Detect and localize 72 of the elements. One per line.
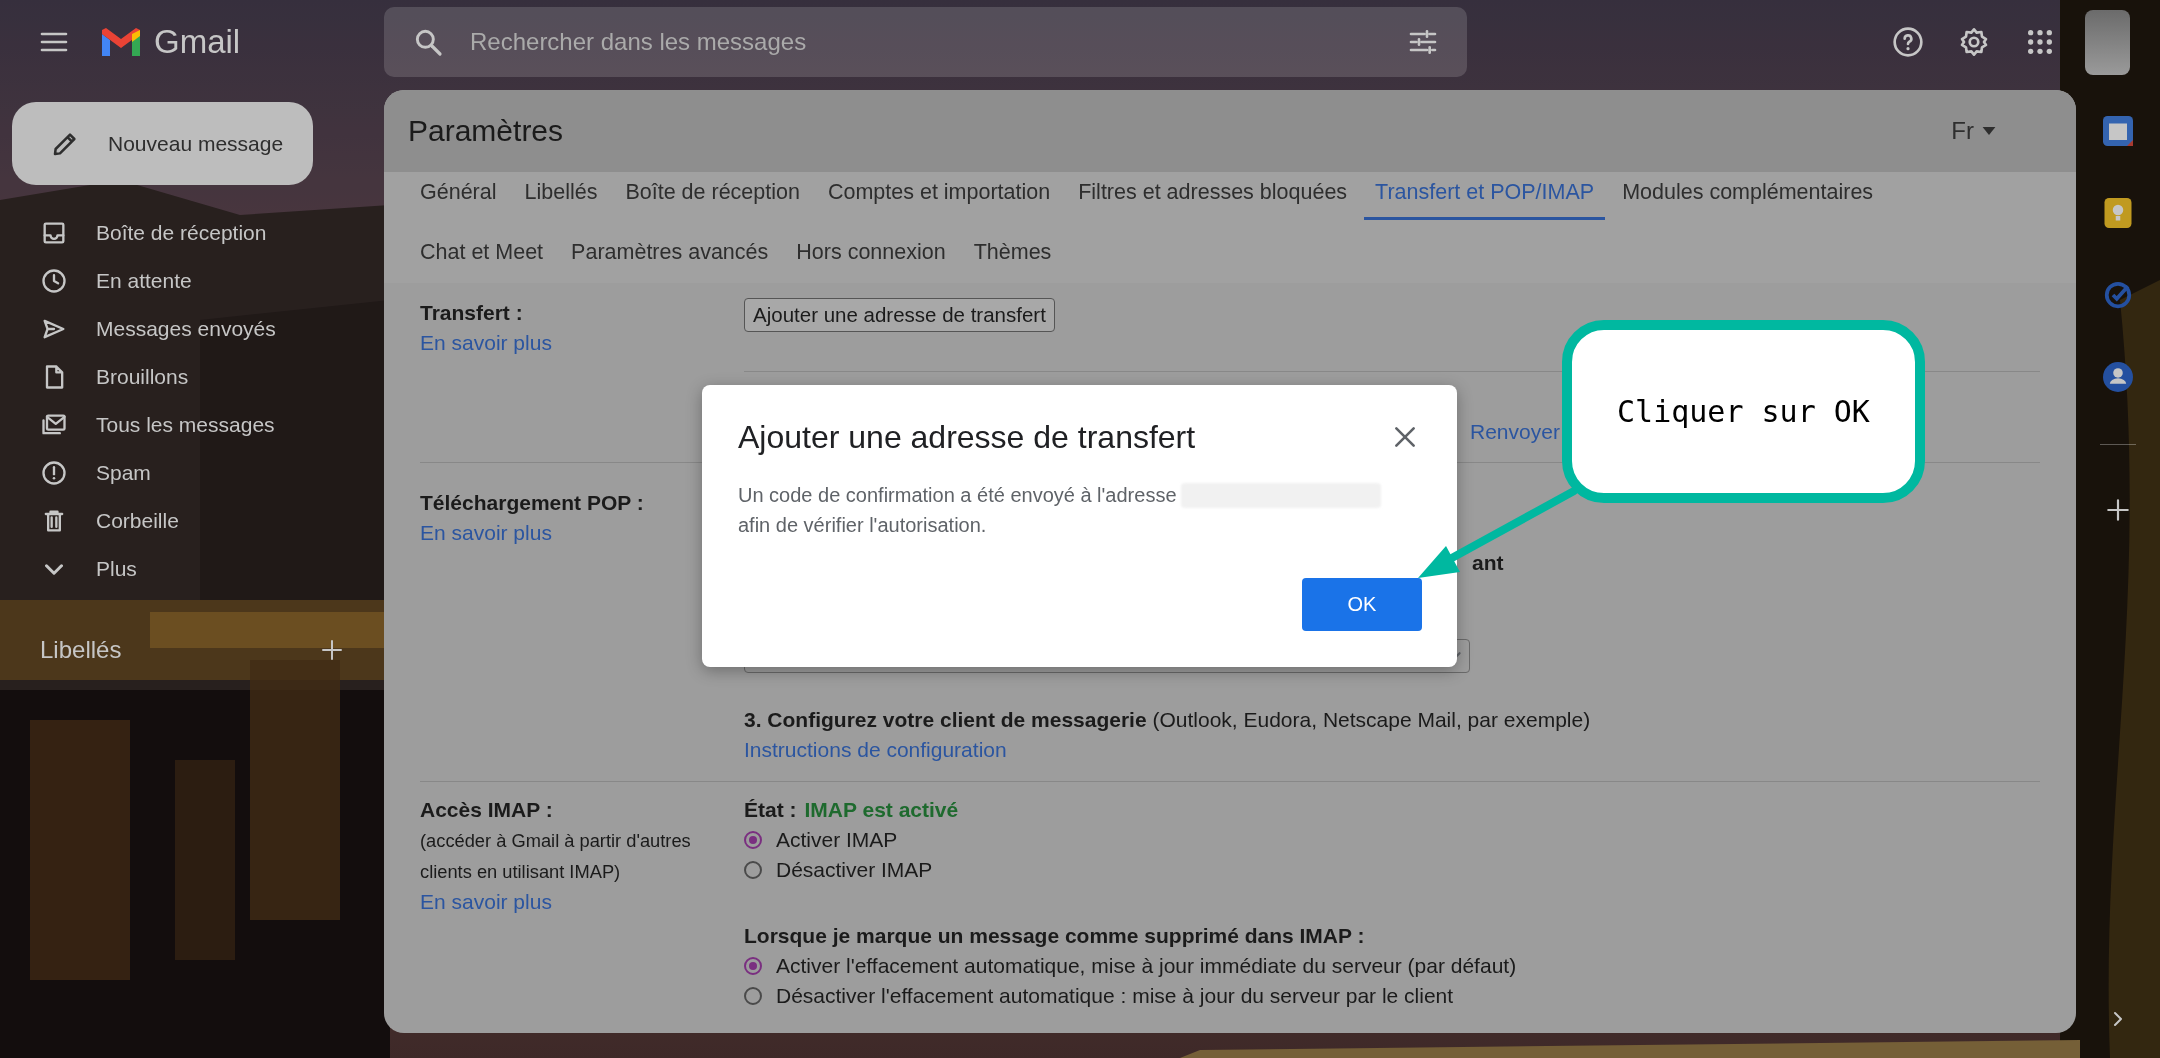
clock-icon [40,267,68,295]
avatar[interactable] [2085,9,2130,75]
option-label: Désactiver l'effacement automatique : mise à jour du serveur par le client [776,984,1454,1008]
nav-item[interactable]: Tous les messages [0,401,340,449]
help-icon[interactable] [1892,26,1924,58]
tab[interactable]: Hors connexion [785,232,957,280]
learn-more-link[interactable]: En savoir plus [420,518,552,548]
option-label: Activer l'effacement automatique, mise à jour immédiate du serveur (par défaut) [776,954,1517,978]
status-label: État : [744,797,797,823]
tab[interactable]: Modules complémentaires [1611,172,1885,220]
tab[interactable]: Paramètres avancés [560,232,780,280]
step-heading: ant [1472,550,1504,576]
status-value: IMAP est activé [804,797,959,823]
tab[interactable]: Comptes et importation [816,172,1062,220]
nav-item[interactable]: Plus [0,545,340,593]
section-label: Accès IMAP : [420,797,553,823]
compose-button[interactable]: Nouveau message [12,102,313,185]
tab[interactable]: Libellés [513,172,609,220]
tab[interactable]: Général [409,172,508,220]
tab[interactable]: Chat et Meet [409,232,555,280]
settings-icon[interactable] [1958,26,1990,58]
tab[interactable]: Boîte de réception [614,172,811,220]
configuration-link[interactable]: Instructions de configuration [744,735,1007,765]
option-heading: Lorsque je marque un message comme supprimé dans IMAP : [744,923,1365,949]
radio-option[interactable]: Désactiver l'effacement automatique : mise à jour du serveur par le client [744,981,1454,1011]
input-tools-button[interactable]: Fr [1951,117,1996,145]
tab[interactable]: Filtres et adresses bloquées [1067,172,1359,220]
nav-item[interactable]: Boîte de réception [0,209,340,257]
step-text: 3. Configurez votre client de messagerie (Outlook, Eudora, Netscape Mail, par exemple) [744,707,1591,733]
radio-option[interactable]: Activer IMAP [744,825,898,855]
radio-button[interactable] [744,831,762,849]
app-name: Gmail [154,23,241,61]
dialog-title: Ajouter une adresse de transfert [738,418,1196,457]
radio-option[interactable]: Activer l'effacement automatique, mise à jour immédiate du serveur (par défaut) [744,951,1517,981]
page-title: Paramètres [408,114,564,148]
radio-button[interactable] [744,957,762,975]
add-forwarding-button[interactable]: Ajouter une adresse de transfert [744,298,1055,332]
learn-more-link[interactable]: En savoir plus [420,887,552,917]
radio-button[interactable] [744,861,762,879]
option-label: Désactiver IMAP [776,858,933,882]
search-field[interactable]: Rechercher dans les messages [468,27,1407,57]
nav-item[interactable]: Messages envoyés [0,305,340,353]
resend-link[interactable]: Renvoyer [1470,417,1560,447]
chevron-down-icon [45,563,63,575]
plus-icon[interactable] [2105,497,2131,523]
radio-option[interactable]: Désactiver IMAP [744,855,933,885]
ok-button[interactable]: OK [1302,578,1422,631]
search-bar[interactable]: Rechercher dans les messages [384,7,1467,77]
radio-button[interactable] [744,987,762,1005]
section-label: Téléchargement POP : [420,490,644,516]
section-label: Transfert : [420,300,523,326]
dialog-message: Un code de confirmation a été envoyé à l'adresse [738,483,1177,508]
lightbulb-note-icon[interactable] [2104,198,2132,228]
dialog-message: afin de vérifier l'autorisation. [738,513,988,538]
nav-item[interactable]: Spam [0,449,340,497]
callout-text: Cliquer sur OK [1617,394,1870,429]
section-heading: Libellés [40,636,122,664]
option-label: Activer IMAP [776,828,898,852]
nav-item[interactable]: Brouillons [0,353,340,401]
alert-circle-icon [40,459,68,487]
tab[interactable]: Thèmes [962,232,1063,280]
tab[interactable]: Transfert et POP/IMAP [1364,172,1606,220]
close-icon[interactable] [1392,424,1418,450]
calendar-icon[interactable] [2103,116,2133,146]
check-circle-icon[interactable] [2103,280,2133,310]
person-circle-icon[interactable] [2103,362,2133,392]
nav-item[interactable]: Corbeille [0,497,340,545]
mail-logo-icon [100,26,142,58]
plus-icon[interactable] [320,638,344,662]
section-description: (accéder à Gmail à partir d'autres clients en utilisant IMAP) [420,829,692,884]
nav-item[interactable]: En attente [0,257,340,305]
learn-more-link[interactable]: En savoir plus [420,328,552,358]
